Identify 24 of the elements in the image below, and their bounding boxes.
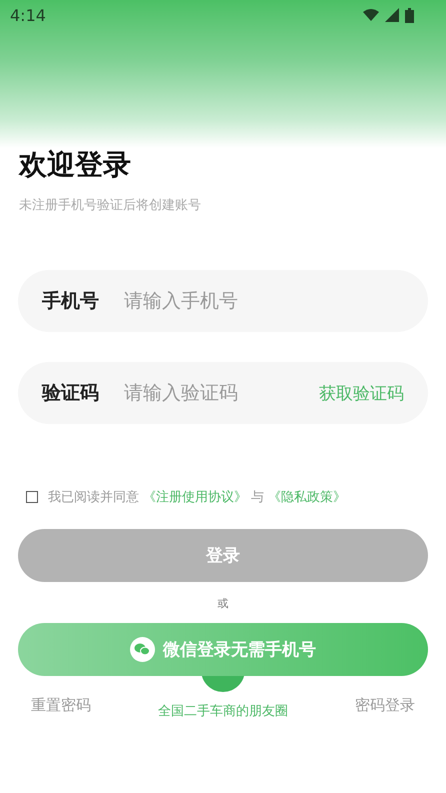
agreement-joiner: 与 [251, 489, 264, 506]
signal-icon [385, 8, 399, 22]
page-subtitle: 未注册手机号验证后将创建账号 [19, 197, 201, 214]
field-label: 验证码 [42, 381, 100, 406]
terms-link[interactable]: 《注册使用协议》 [143, 488, 247, 506]
chat-bubbles-icon [130, 637, 155, 662]
phone-input[interactable]: 请输入手机号 [122, 289, 404, 313]
slogan-text: 全国二手车商的朋友圈 [158, 703, 288, 720]
or-divider-text: 或 [218, 596, 228, 611]
phone-field[interactable]: 手机号 请输入手机号 [18, 270, 428, 332]
battery-icon [405, 8, 414, 22]
page-title: 欢迎登录 [19, 148, 131, 182]
get-code-button[interactable]: 获取验证码 [319, 382, 404, 404]
code-field[interactable]: 验证码 请输入验证码 获取验证码 [18, 362, 428, 424]
agreement-text: 我已阅读并同意 [48, 489, 139, 506]
wifi-icon [363, 9, 379, 21]
password-login-link[interactable]: 密码登录 [355, 696, 415, 715]
reset-password-link[interactable]: 重置密码 [31, 696, 91, 715]
status-time: 4:14 [10, 6, 46, 24]
code-input[interactable]: 请输入验证码 [122, 381, 319, 405]
agreement-checkbox[interactable] [26, 491, 38, 503]
field-label: 手机号 [42, 289, 100, 314]
privacy-link[interactable]: 《隐私政策》 [268, 488, 346, 506]
wechat-login-button[interactable]: 微信登录无需手机号 [18, 623, 428, 676]
